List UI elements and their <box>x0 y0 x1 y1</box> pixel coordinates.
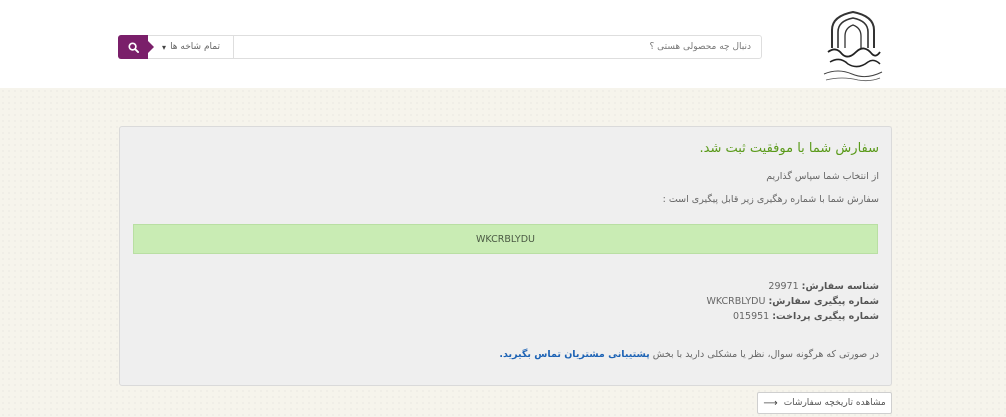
order-history-label: مشاهده تاریخچه سفارشات <box>783 398 886 408</box>
success-title: سفارش شما با موفقیت ثبت شد. <box>699 141 880 156</box>
arrow-right-icon: ⟶ <box>763 397 778 409</box>
search-bar: تمام شاخه ها ▾ <box>118 35 762 59</box>
order-id-row: شناسه سفارش: 29971 <box>768 281 879 292</box>
tracking-intro: سفارش شما با شماره رهگیری زیر قابل پیگیر… <box>662 194 879 205</box>
site-logo[interactable] <box>818 8 888 84</box>
main-content: سفارش شما با موفقیت ثبت شد. از انتخاب شم… <box>0 88 1006 417</box>
search-icon <box>127 41 139 53</box>
support-text: در صورتی که هرگونه سوال، نظر یا مشکلی دا… <box>499 349 879 360</box>
order-details: شناسه سفارش: 29971 شماره پیگیری سفارش: W… <box>706 279 879 324</box>
thanks-text: از انتخاب شما سپاس گذاریم <box>766 171 879 182</box>
payment-tracking-row: شماره پیگیری پرداخت: 015951 <box>732 311 879 322</box>
support-link[interactable]: پشتیبانی مشتریان تماس بگیرید. <box>499 349 649 360</box>
tracking-code: WKCRBLYDU <box>133 224 878 254</box>
order-tracking-row: شماره پیگیری سفارش: WKCRBLYDU <box>706 296 879 307</box>
order-history-button[interactable]: مشاهده تاریخچه سفارشات ⟶ <box>757 392 892 414</box>
search-input[interactable] <box>234 36 761 58</box>
category-label: تمام شاخه ها <box>170 42 220 52</box>
chevron-down-icon: ▾ <box>162 42 167 52</box>
category-select[interactable]: تمام شاخه ها ▾ <box>149 36 234 58</box>
site-header: تمام شاخه ها ▾ <box>0 0 1006 88</box>
search-button[interactable] <box>118 35 154 59</box>
order-success-panel: سفارش شما با موفقیت ثبت شد. از انتخاب شم… <box>119 126 892 386</box>
